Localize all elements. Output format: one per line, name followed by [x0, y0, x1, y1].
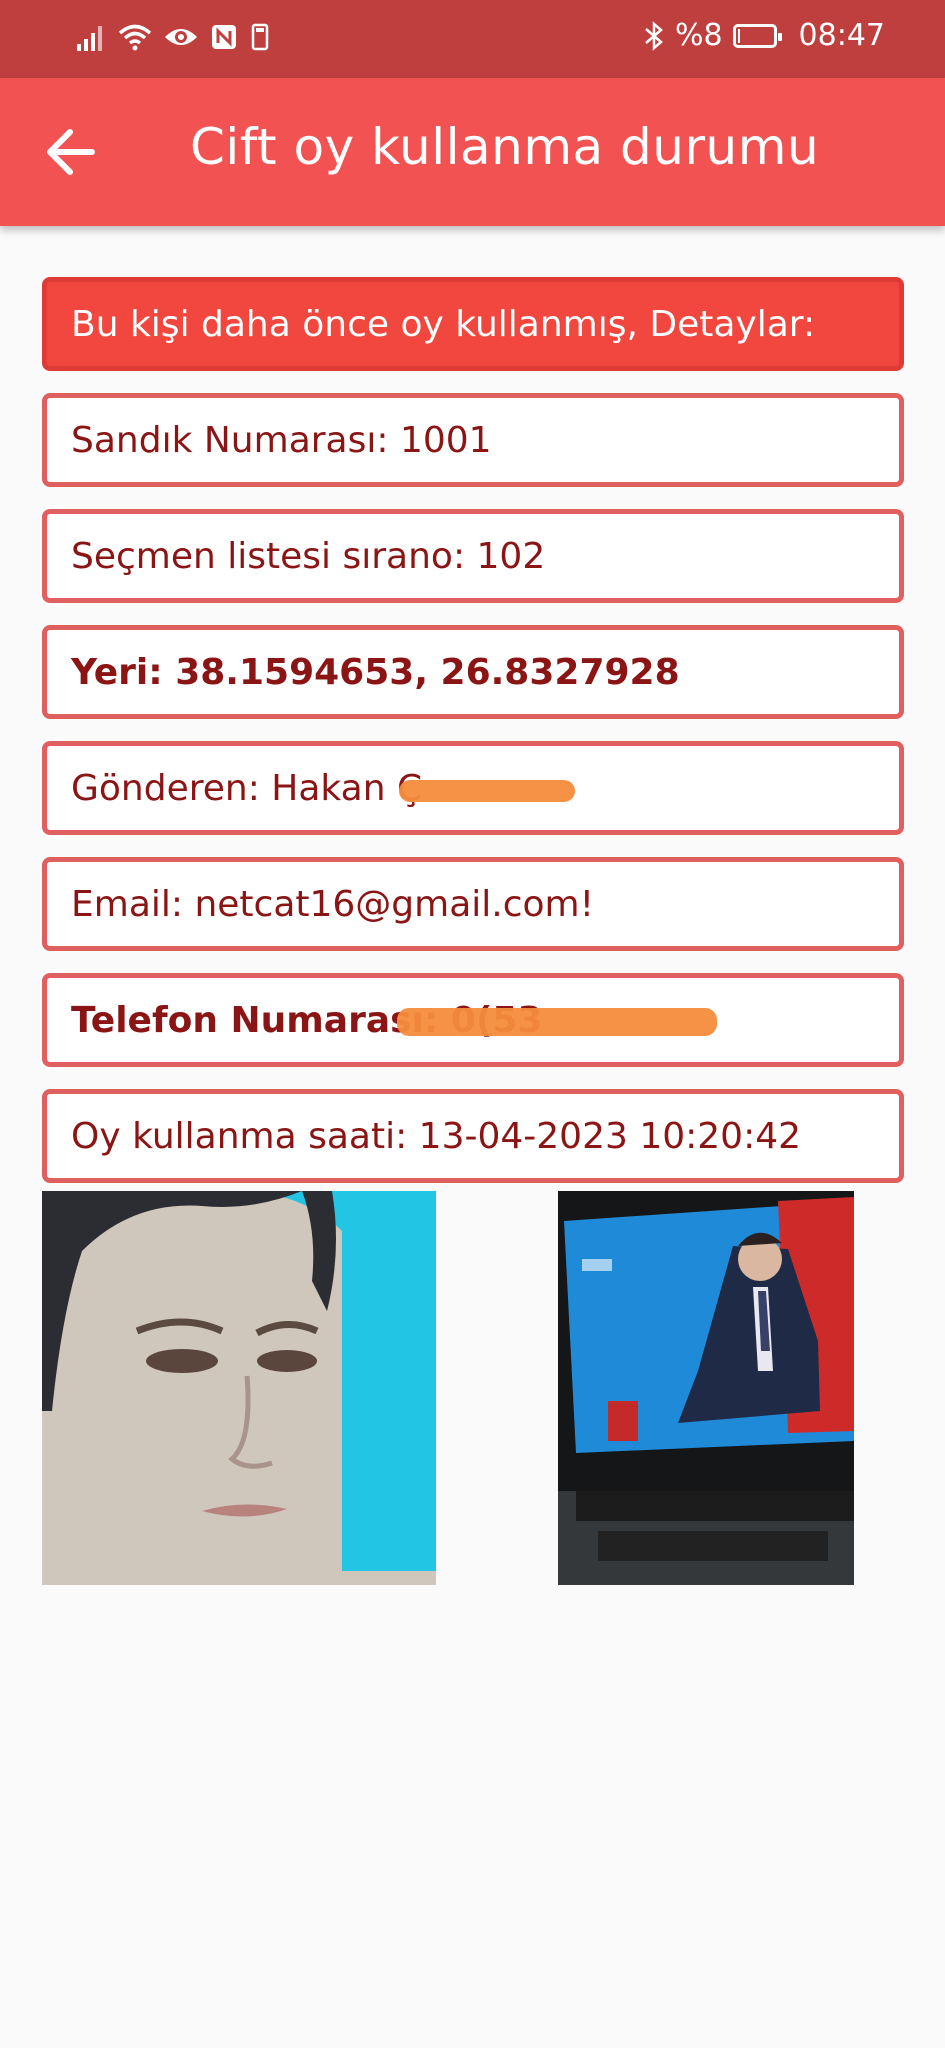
status-left-icons	[76, 22, 270, 52]
voter-photo	[42, 1191, 436, 1585]
back-button[interactable]	[42, 116, 108, 188]
email-text: Email: netcat16@gmail.com!	[71, 883, 595, 925]
battery-percent: %8	[674, 18, 723, 53]
voter-list-number: Seçmen listesi sırano: 102	[42, 509, 904, 603]
status-time: 08:47	[798, 18, 885, 53]
redaction-mark	[397, 1008, 717, 1036]
signal-icon	[77, 26, 102, 51]
phone-number[interactable]: Telefon Numarası: 0(53	[42, 973, 904, 1067]
tv-photo-image	[558, 1191, 854, 1585]
page-title: Cift oy kullanma durumu	[190, 118, 820, 176]
duplicate-vote-header: Bu kişi daha önce oy kullanmış, Detaylar…	[42, 277, 904, 371]
wifi-icon	[118, 24, 152, 51]
sender-text: Gönderen: Hakan Ç	[71, 767, 423, 809]
voter-list-text: Seçmen listesi sırano: 102	[71, 535, 546, 577]
sim-icon	[251, 23, 269, 51]
header-text: Bu kişi daha önce oy kullanmış, Detaylar…	[71, 303, 816, 345]
back-arrow-icon	[47, 129, 95, 175]
sender-name: Gönderen: Hakan Ç	[42, 741, 904, 835]
ballot-box-text: Sandık Numarası: 1001	[71, 419, 492, 461]
location-coordinates[interactable]: Yeri: 38.1594653, 26.8327928	[42, 625, 904, 719]
ballot-box-number: Sandık Numarası: 1001	[42, 393, 904, 487]
email-address[interactable]: Email: netcat16@gmail.com!	[42, 857, 904, 951]
status-bar: %8 08:47	[0, 0, 945, 78]
vote-time-text: Oy kullanma saati: 13-04-2023 10:20:42	[71, 1115, 802, 1157]
app-bar: Cift oy kullanma durumu	[0, 78, 945, 226]
eye-icon	[165, 29, 197, 45]
details-list: Bu kişi daha önce oy kullanmış, Detaylar…	[42, 277, 904, 1205]
evidence-photo	[558, 1191, 854, 1585]
status-right-icons: %8 08:47	[643, 18, 885, 53]
nfc-icon	[212, 25, 236, 49]
battery-icon	[732, 23, 782, 48]
location-text: Yeri: 38.1594653, 26.8327928	[71, 651, 680, 693]
redaction-mark	[399, 780, 575, 802]
bluetooth-icon	[645, 20, 663, 51]
vote-time: Oy kullanma saati: 13-04-2023 10:20:42	[42, 1089, 904, 1183]
face-photo-image	[42, 1191, 436, 1585]
